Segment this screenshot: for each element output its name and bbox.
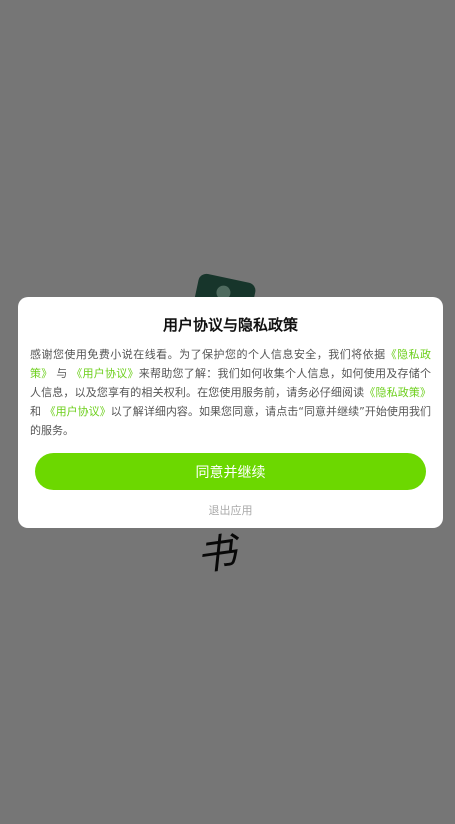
body-and-1: 与 <box>52 367 72 380</box>
body-and-2: 和 <box>30 405 45 418</box>
body-text-1: 感谢您使用免费小说在线看。为了保护您的个人信息安全，我们将依据 <box>30 348 386 361</box>
privacy-dialog: 用户协议与隐私政策 感谢您使用免费小说在线看。为了保护您的个人信息安全，我们将依… <box>18 297 443 528</box>
dialog-title: 用户协议与隐私政策 <box>162 316 298 334</box>
dialog-body: 感谢您使用免费小说在线看。为了保护您的个人信息安全，我们将依据《隐私政策》 与 … <box>30 345 431 440</box>
agree-continue-button[interactable]: 同意并继续 <box>35 453 426 490</box>
exit-app-button[interactable]: 退出应用 <box>18 502 443 518</box>
user-agreement-link[interactable]: 《用户协议》 <box>71 367 139 380</box>
privacy-policy-link-2[interactable]: 《隐私政策》 <box>364 386 431 399</box>
user-agreement-link-2[interactable]: 《用户协议》 <box>45 405 111 418</box>
